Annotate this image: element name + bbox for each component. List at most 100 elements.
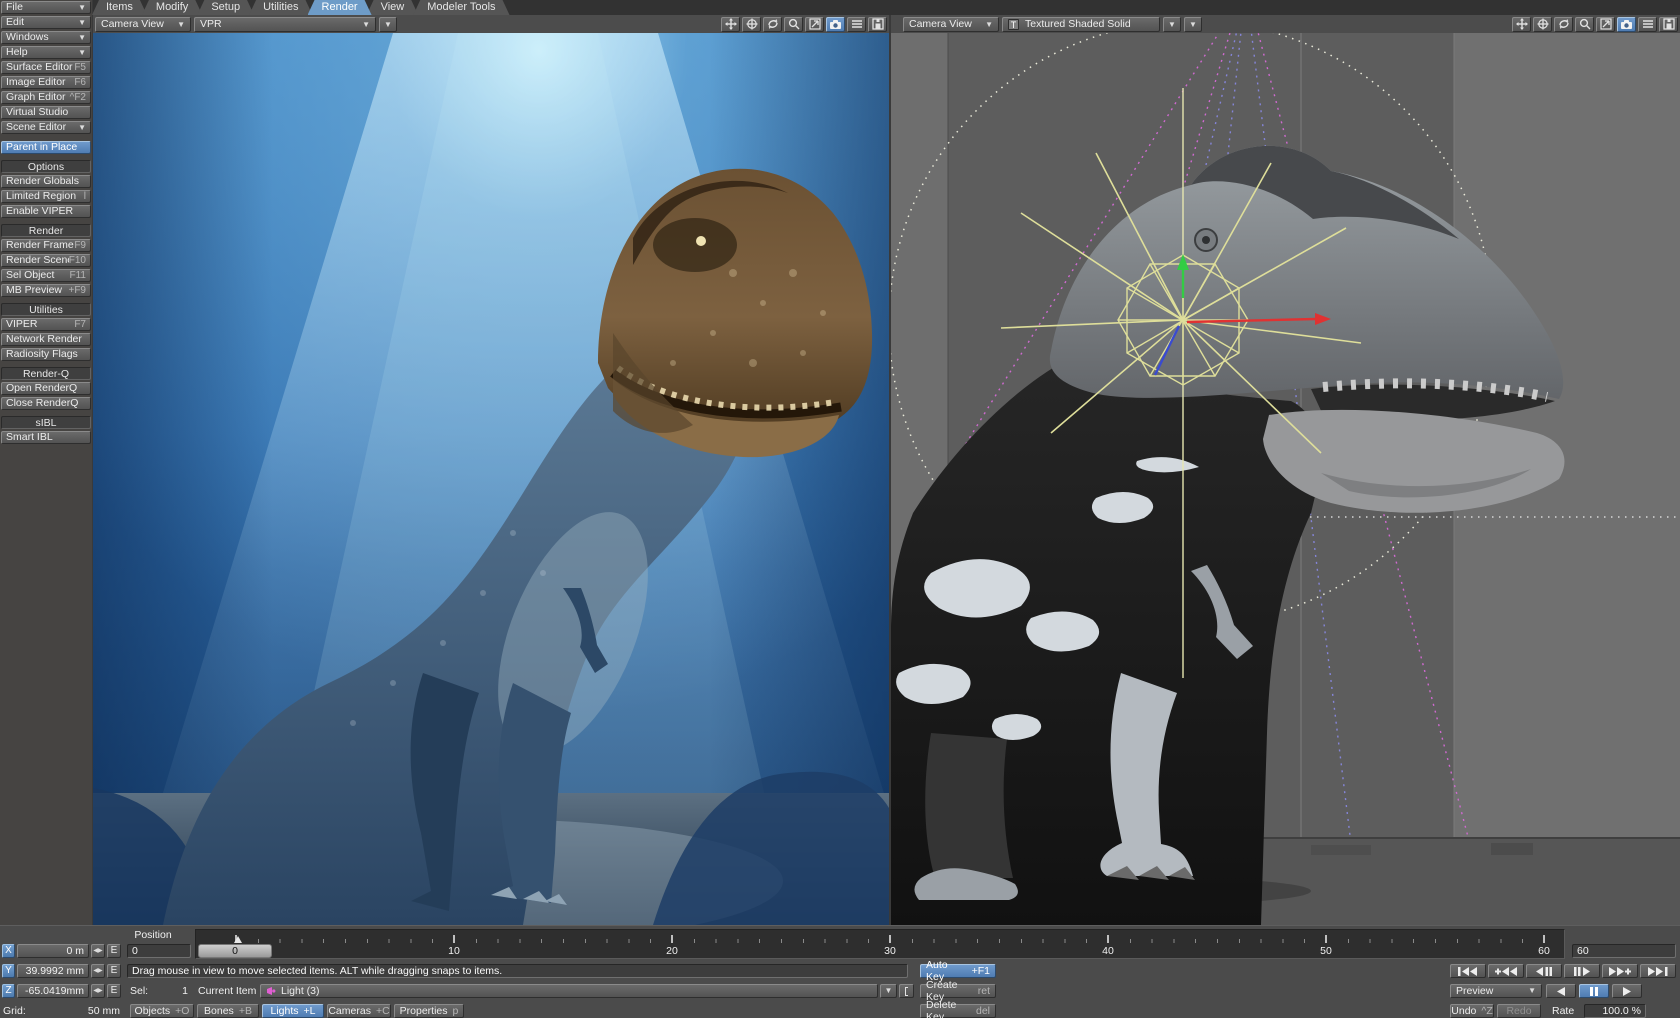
shaded-3d-view[interactable] (891, 33, 1680, 925)
zoom-view-icon[interactable] (784, 17, 803, 32)
tab-render[interactable]: Render (308, 0, 372, 15)
viewport-options-dropdown[interactable]: ▼ (1184, 17, 1202, 32)
mode-cameras-button[interactable]: Cameras+C (327, 1004, 391, 1018)
goto-start-button[interactable] (1450, 964, 1486, 978)
viewport-menu-icon[interactable] (847, 17, 866, 32)
render-scene-button[interactable]: Render Scene F10 (1, 254, 91, 267)
edit-menu[interactable]: Edit ▼ (1, 16, 91, 29)
redo-button[interactable]: Redo (1497, 1004, 1541, 1018)
chevron-down-icon: ▼ (985, 20, 993, 29)
tab-view[interactable]: View (367, 0, 419, 15)
camera-icon[interactable] (1617, 17, 1636, 32)
maximize-view-icon[interactable] (1596, 17, 1615, 32)
orbit-view-icon[interactable] (742, 17, 761, 32)
sel-object-button[interactable]: Sel Object F11 (1, 269, 91, 282)
mode-lights-button[interactable]: Lights+L (262, 1004, 324, 1018)
timeline-ruler[interactable]: 0 10 20 30 40 50 60 0 (195, 929, 1565, 959)
viewport-menu-icon[interactable] (1638, 17, 1657, 32)
tab-modify[interactable]: Modify (142, 0, 202, 15)
smart-ibl-button[interactable]: Smart IBL (1, 431, 91, 444)
tab-setup[interactable]: Setup (197, 0, 254, 15)
vpr-render-view[interactable] (93, 33, 889, 925)
prev-keyframe-button[interactable] (1488, 964, 1524, 978)
close-renderq-button[interactable]: Close RenderQ (1, 397, 91, 410)
view-type-dropdown[interactable]: Camera View ▼ (903, 17, 999, 32)
limited-region-button[interactable]: Limited Region l (1, 190, 91, 203)
windows-menu[interactable]: Windows ▼ (1, 31, 91, 44)
tab-items[interactable]: Items (92, 0, 147, 15)
chevron-down-icon: ▼ (78, 47, 86, 58)
render-mode-dropdown[interactable]: VPR ▼ (194, 17, 376, 32)
radiosity-flags-button[interactable]: Radiosity Flags (1, 348, 91, 361)
maximize-view-icon[interactable] (805, 17, 824, 32)
axis-y-chip[interactable]: Y (2, 964, 15, 978)
create-key-button[interactable]: Create Keyret (920, 984, 996, 998)
virtual-studio-button[interactable]: Virtual Studio (1, 106, 91, 119)
y-spinner[interactable]: ◀▶ (91, 964, 105, 978)
rate-value-field[interactable]: 100.0 % (1584, 1004, 1646, 1018)
mode-objects-button[interactable]: Objects+O (130, 1004, 194, 1018)
trex-left-eye (696, 236, 706, 246)
bottom-panel: Position 0 10 20 30 40 50 60 0 X 0 m ◀▶ … (0, 925, 1680, 1018)
help-menu[interactable]: Help ▼ (1, 46, 91, 59)
z-spinner[interactable]: ◀▶ (91, 984, 105, 998)
mode-bones-button[interactable]: Bones+B (197, 1004, 259, 1018)
network-render-button[interactable]: Network Render (1, 333, 91, 346)
x-envelope-button[interactable]: E (107, 944, 121, 958)
zoom-view-icon[interactable] (1575, 17, 1594, 32)
undo-button[interactable]: Undo^Z (1450, 1004, 1494, 1018)
play-reverse-button[interactable] (1546, 984, 1576, 998)
position-z-field[interactable]: -65.0419mm (17, 984, 89, 998)
parent-in-place-button[interactable]: Parent in Place (1, 141, 91, 154)
position-x-field[interactable]: 0 m (17, 944, 89, 958)
mode-dropdown-arrow[interactable]: ▼ (1163, 17, 1181, 32)
viewport-options-dropdown[interactable]: ▼ (379, 17, 397, 32)
save-view-icon[interactable] (1659, 17, 1678, 32)
camera-icon[interactable] (826, 17, 845, 32)
axis-z-chip[interactable]: Z (2, 984, 15, 998)
step-back-button[interactable] (1526, 964, 1562, 978)
current-item-dropdown[interactable]: Light (3) (260, 984, 878, 998)
save-view-icon[interactable] (868, 17, 887, 32)
z-envelope-button[interactable]: E (107, 984, 121, 998)
delete-key-button[interactable]: Delete Keydel (920, 1004, 996, 1018)
goto-end-button[interactable] (1640, 964, 1676, 978)
rotate-view-icon[interactable] (763, 17, 782, 32)
frame-slider[interactable]: 0 (198, 944, 272, 958)
properties-button[interactable]: Propertiesp (394, 1004, 464, 1018)
move-view-icon[interactable] (721, 17, 740, 32)
auto-key-button[interactable]: Auto Key+F1 (920, 964, 996, 978)
chevron-down-icon: ▼ (1528, 985, 1536, 997)
render-globals-button[interactable]: Render Globals (1, 175, 91, 188)
scene-editor-button[interactable]: Scene Editor ▼ (1, 121, 91, 134)
tab-modeler-tools[interactable]: Modeler Tools (413, 0, 509, 15)
image-editor-button[interactable]: Image Editor F6 (1, 76, 91, 89)
mb-preview-button[interactable]: MB Preview +F9 (1, 284, 91, 297)
orbit-view-icon[interactable] (1533, 17, 1552, 32)
current-frame-input[interactable]: 0 (127, 944, 191, 958)
rotate-view-icon[interactable] (1554, 17, 1573, 32)
enable-viper-button[interactable]: Enable VIPER (1, 205, 91, 218)
play-forward-button[interactable] (1612, 984, 1642, 998)
render-frame-button[interactable]: Render Frame F9 (1, 239, 91, 252)
tab-utilities[interactable]: Utilities (249, 0, 312, 15)
surface-editor-button[interactable]: Surface Editor F5 (1, 61, 91, 74)
open-renderq-button[interactable]: Open RenderQ (1, 382, 91, 395)
graph-editor-button[interactable]: Graph Editor ^F2 (1, 91, 91, 104)
viper-button[interactable]: VIPER F7 (1, 318, 91, 331)
axis-x-chip[interactable]: X (2, 944, 15, 958)
position-y-field[interactable]: 39.9992 mm (17, 964, 89, 978)
step-forward-button[interactable] (1564, 964, 1600, 978)
next-keyframe-button[interactable] (1602, 964, 1638, 978)
preview-dropdown[interactable]: Preview ▼ (1450, 984, 1542, 998)
view-type-dropdown[interactable]: Camera View ▼ (95, 17, 191, 32)
item-properties-button[interactable] (899, 984, 914, 998)
end-frame-input[interactable]: 60 (1572, 944, 1676, 958)
x-spinner[interactable]: ◀▶ (91, 944, 105, 958)
y-envelope-button[interactable]: E (107, 964, 121, 978)
pause-button[interactable] (1579, 984, 1609, 998)
item-list-dropdown-button[interactable]: ▼ (880, 984, 897, 998)
move-view-icon[interactable] (1512, 17, 1531, 32)
file-menu[interactable]: File ▼ (1, 1, 91, 14)
render-mode-dropdown[interactable]: T Textured Shaded Solid (1002, 17, 1160, 32)
